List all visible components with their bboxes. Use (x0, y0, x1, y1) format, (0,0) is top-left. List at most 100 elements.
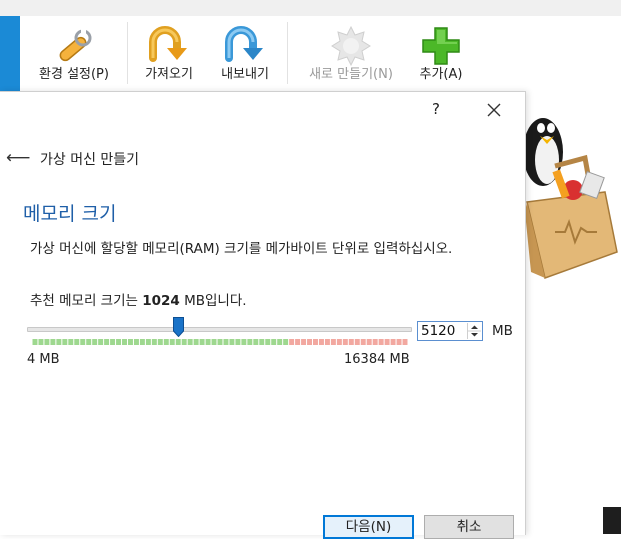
preferences-button[interactable]: 환경 설정(P) (22, 16, 126, 92)
slider-min-label: 4 MB (27, 352, 60, 367)
window-top-strip (0, 0, 621, 16)
slider-tick-segment (205, 339, 212, 345)
slider-tick-segment (133, 339, 140, 345)
slider-tick-segment (306, 339, 313, 345)
slider-tick-segment (384, 339, 391, 345)
slider-tick-segment (228, 339, 235, 345)
slider-tick-segment (378, 339, 385, 345)
export-button[interactable]: 내보내기 (210, 16, 280, 92)
slider-tick-segment (360, 339, 367, 345)
slider-tick-segment (67, 339, 74, 345)
memory-size-value[interactable]: 5120 (421, 323, 455, 339)
preferences-label: 환경 설정(P) (39, 67, 109, 82)
export-label: 내보내기 (221, 67, 269, 82)
slider-tick-segment (61, 339, 68, 345)
slider-tick-segment (240, 339, 247, 345)
recommend-value: 1024 (142, 293, 180, 309)
cancel-button[interactable]: 취소 (424, 515, 514, 539)
create-vm-dialog: ? ⟵ 가상 머신 만들기 메모리 크기 가상 머신에 할당할 메모리(RAM)… (0, 91, 526, 539)
slider-tick-segment (157, 339, 164, 345)
main-toolbar: 환경 설정(P) 가져오기 내보내기 새로 만들기(N) 추가(A) (20, 16, 621, 92)
slider-tick-segment (246, 339, 253, 345)
slider-tick-segment (175, 339, 182, 345)
slider-tick-segment (97, 339, 104, 345)
slider-tick-segment (163, 339, 170, 345)
slider-tick-segment (276, 339, 283, 345)
slider-tick-segment (270, 339, 277, 345)
slider-tick-segment (43, 339, 50, 345)
slider-tick-segment (336, 339, 343, 345)
import-button[interactable]: 가져오기 (133, 16, 205, 92)
slider-tick-segment (55, 339, 62, 345)
close-icon[interactable] (484, 100, 504, 120)
memory-slider-ticks (32, 338, 408, 346)
memory-slider-thumb[interactable] (172, 317, 184, 337)
help-button[interactable]: ? (432, 100, 440, 118)
slider-tick-segment (264, 339, 271, 345)
recommend-prefix: 추천 메모리 크기는 (30, 293, 143, 309)
slider-tick-segment (396, 339, 403, 345)
slider-tick-segment (354, 339, 361, 345)
add-plus-icon (422, 27, 460, 65)
slider-tick-segment (109, 339, 116, 345)
slider-tick-segment (294, 339, 301, 345)
slider-tick-segment (121, 339, 128, 345)
slider-tick-segment (199, 339, 206, 345)
slider-tick-segment (342, 339, 349, 345)
slider-tick-segment (300, 339, 307, 345)
page-title: 메모리 크기 (23, 203, 117, 225)
slider-tick-segment (234, 339, 241, 345)
description-text: 가상 머신에 할당할 메모리(RAM) 크기를 메가바이트 단위로 입력하십시오… (30, 241, 453, 257)
slider-tick-segment (372, 339, 379, 345)
slider-tick-segment (139, 339, 146, 345)
slider-max-label: 16384 MB (344, 352, 410, 367)
slider-tick-segment (390, 339, 397, 345)
slider-tick-segment (282, 339, 289, 345)
slider-tick-segment (151, 339, 158, 345)
spin-arrows-icon[interactable] (467, 323, 481, 339)
slider-tick-segment (37, 339, 44, 345)
slider-tick-segment (91, 339, 98, 345)
taskbar-edge (603, 507, 621, 534)
slider-tick-segment (288, 339, 295, 345)
slider-tick-segment (193, 339, 200, 345)
wrench-icon (59, 28, 92, 62)
slider-tick-segment (222, 339, 229, 345)
selected-vm-panel[interactable] (0, 16, 20, 92)
slider-tick-segment (211, 339, 218, 345)
slider-tick-segment (252, 339, 259, 345)
slider-tick-segment (348, 339, 355, 345)
back-arrow-icon[interactable]: ⟵ (6, 148, 30, 168)
import-label: 가져오기 (145, 67, 193, 82)
export-icon (225, 26, 263, 62)
memory-size-spinbox[interactable]: 5120 (417, 321, 483, 341)
slider-tick-segment (402, 339, 408, 345)
welcome-illustration (523, 92, 621, 534)
add-button[interactable]: 추가(A) (408, 16, 474, 92)
unit-label: MB (492, 323, 513, 339)
slider-tick-segment (85, 339, 92, 345)
memory-slider-track[interactable] (27, 327, 412, 332)
add-label: 추가(A) (419, 67, 463, 82)
recommend-suffix: MB입니다. (179, 293, 247, 309)
slider-tick-segment (49, 339, 56, 345)
slider-tick-segment (217, 339, 223, 345)
slider-tick-segment (258, 339, 265, 345)
slider-tick-segment (103, 339, 110, 345)
new-vm-button[interactable]: 새로 만들기(N) (296, 16, 406, 92)
tux-toolbox-icon (523, 118, 618, 279)
slider-tick-segment (169, 339, 176, 345)
slider-tick-segment (145, 339, 152, 345)
slider-tick-segment (73, 339, 80, 345)
slider-tick-segment (324, 339, 331, 345)
slider-tick-segment (318, 339, 325, 345)
slider-tick-segment (127, 339, 134, 345)
recommended-memory-text: 추천 메모리 크기는 1024 MB입니다. (30, 289, 247, 309)
next-button[interactable]: 다음(N) (323, 515, 414, 539)
slider-tick-segment (330, 339, 337, 345)
slider-tick-segment (366, 339, 373, 345)
slider-tick-segment (79, 339, 86, 345)
slider-tick-segment (187, 339, 194, 345)
slider-tick-segment (181, 339, 188, 345)
slider-tick-segment (115, 339, 122, 345)
